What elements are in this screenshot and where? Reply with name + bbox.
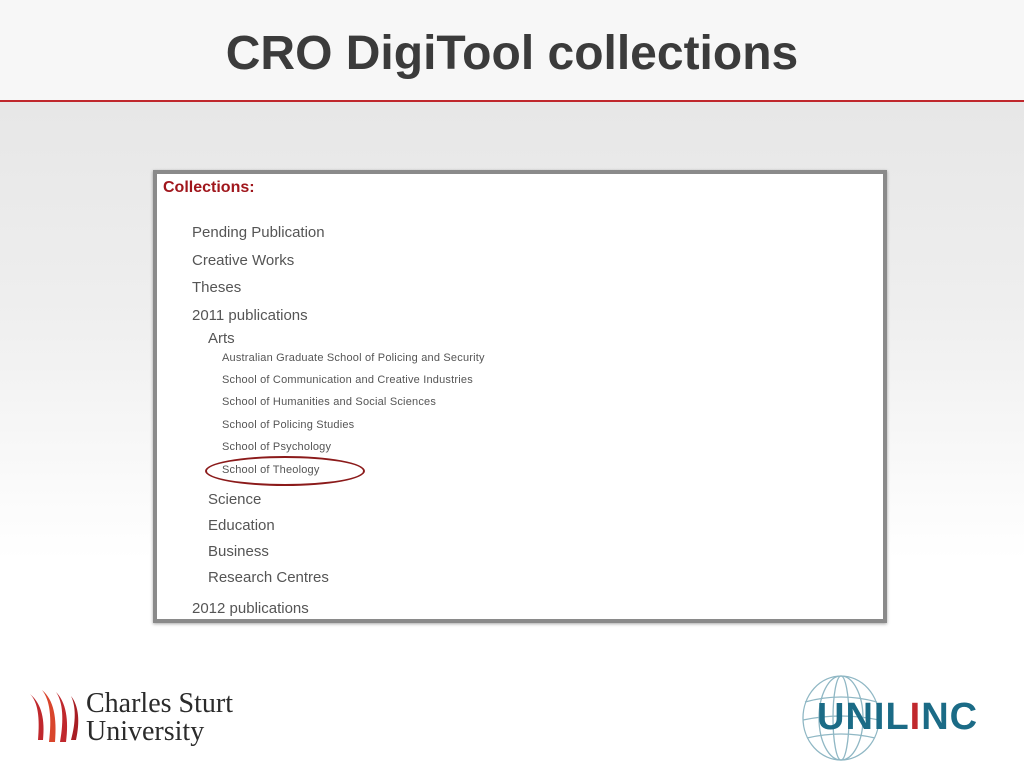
collection-pending-publication[interactable]: Pending Publication xyxy=(192,224,325,241)
unilinc-wordmark-post: NC xyxy=(921,696,979,738)
unilinc-wordmark-accent: I xyxy=(909,696,922,738)
highlight-ellipse xyxy=(205,456,365,486)
collection-scci[interactable]: School of Communication and Creative Ind… xyxy=(222,374,473,386)
unilinc-wordmark: UNILINC xyxy=(817,696,978,739)
csu-logo: Charles Sturt University xyxy=(26,688,266,750)
collections-heading: Collections: xyxy=(163,179,255,196)
csu-wordmark-line2: University xyxy=(86,716,205,747)
csu-wordmark: Charles Sturt University xyxy=(86,690,233,746)
collection-policing-studies[interactable]: School of Policing Studies xyxy=(222,419,354,431)
unilinc-logo: UNILINC xyxy=(795,672,1005,764)
unilinc-wordmark-pre: UNIL xyxy=(817,696,910,738)
collection-theses[interactable]: Theses xyxy=(192,279,241,296)
collection-2012-publications[interactable]: 2012 publications xyxy=(192,600,309,617)
collection-agsps[interactable]: Australian Graduate School of Policing a… xyxy=(222,352,485,364)
collections-screenshot: Collections: Pending Publication Creativ… xyxy=(153,170,887,623)
csu-flame-icon xyxy=(30,690,79,742)
collection-science[interactable]: Science xyxy=(208,491,261,508)
collection-shss[interactable]: School of Humanities and Social Sciences xyxy=(222,396,436,408)
collection-arts[interactable]: Arts xyxy=(208,330,235,347)
collection-psychology[interactable]: School of Psychology xyxy=(222,441,331,453)
csu-wordmark-line1: Charles Sturt xyxy=(86,688,233,719)
collection-creative-works[interactable]: Creative Works xyxy=(192,252,294,269)
slide-header: CRO DigiTool collections xyxy=(0,0,1024,102)
slide-title: CRO DigiTool collections xyxy=(225,27,799,80)
collection-2011-publications[interactable]: 2011 publications xyxy=(192,307,308,324)
collection-research-centres[interactable]: Research Centres xyxy=(208,569,329,586)
collection-education[interactable]: Education xyxy=(208,517,275,534)
collection-business[interactable]: Business xyxy=(208,543,269,560)
